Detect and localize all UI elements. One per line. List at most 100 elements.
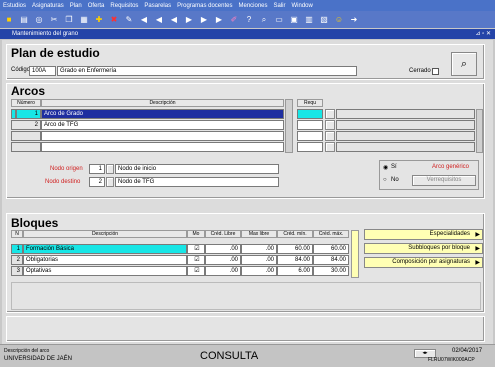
cut-icon[interactable]: ✂ bbox=[49, 15, 59, 25]
bloque-row-n[interactable]: 2 bbox=[11, 255, 23, 265]
bloque-row-cred-libre[interactable]: .00 bbox=[205, 255, 241, 265]
requ-detail-field[interactable] bbox=[336, 109, 475, 119]
bloque-row-max-libre[interactable]: .00 bbox=[241, 244, 277, 254]
arcos-row-descripcion[interactable] bbox=[41, 142, 284, 152]
arcos-row-requ[interactable] bbox=[297, 142, 323, 152]
requ-scrollbar[interactable] bbox=[476, 109, 483, 153]
verrequisitos-button[interactable]: Verrequisitos bbox=[412, 175, 476, 186]
bloque-row-cred-max[interactable]: 84.00 bbox=[313, 255, 349, 265]
bloque-row-max-libre[interactable]: .00 bbox=[241, 255, 277, 265]
menu-programas-docentes[interactable]: Programas docentes bbox=[177, 3, 232, 9]
bloque-row-cred-min[interactable]: 84.00 bbox=[277, 255, 313, 265]
menu-menciones[interactable]: Menciones bbox=[238, 3, 267, 9]
menu-asignaturas[interactable]: Asignaturas bbox=[32, 3, 64, 9]
bloque-row-mo-checkbox[interactable]: ☑ bbox=[187, 244, 205, 254]
arcos-row-requ[interactable] bbox=[297, 109, 323, 119]
requ-lov-button[interactable] bbox=[325, 142, 335, 152]
arcos-row-numero[interactable] bbox=[11, 142, 41, 152]
arcos-scrollbar[interactable] bbox=[285, 99, 293, 153]
bloque-row-cred-max[interactable]: 60.00 bbox=[313, 244, 349, 254]
requ-lov-button[interactable] bbox=[325, 131, 335, 141]
descripcion-plan-field[interactable]: Grado en Enfermería bbox=[57, 66, 357, 76]
bloque-row-cred-libre[interactable]: .00 bbox=[205, 244, 241, 254]
bloques-footer-area bbox=[11, 282, 481, 310]
menu-salir[interactable]: Salir bbox=[274, 3, 286, 9]
bloque-row-mo-checkbox[interactable]: ☑ bbox=[187, 255, 205, 265]
copy-icon[interactable]: ❐ bbox=[64, 15, 74, 25]
bloque-row-max-libre[interactable]: .00 bbox=[241, 266, 277, 276]
arcos-row-numero[interactable]: 2 bbox=[11, 120, 41, 130]
paste-icon[interactable]: ▦ bbox=[79, 15, 89, 25]
requ-detail-field[interactable] bbox=[336, 142, 475, 152]
save-icon[interactable]: ■ bbox=[4, 15, 14, 25]
report-icon[interactable]: ▧ bbox=[319, 15, 329, 25]
nodo-destino-number[interactable]: 2 bbox=[89, 177, 105, 187]
bloque-row-descripcion[interactable]: Optativas bbox=[23, 266, 187, 276]
arcos-row-requ[interactable] bbox=[297, 120, 323, 130]
nodo-destino-lov-button[interactable] bbox=[106, 177, 114, 187]
composicion-button[interactable]: Composición por asignaturas ▶ bbox=[364, 257, 483, 268]
user-icon[interactable]: ☺ bbox=[334, 15, 344, 25]
cerrado-checkbox[interactable] bbox=[432, 68, 439, 75]
bloques-scrollbar[interactable] bbox=[351, 230, 359, 278]
bloque-row-cred-min[interactable]: 6.00 bbox=[277, 266, 313, 276]
especialidades-button[interactable]: Especialidades ▶ bbox=[364, 229, 483, 240]
bloque-row-descripcion[interactable]: Formación Básica bbox=[23, 244, 187, 254]
nodo-origen-description[interactable]: Nodo de inicio bbox=[115, 164, 279, 174]
bloque-row-mo-checkbox[interactable]: ☑ bbox=[187, 266, 205, 276]
arcos-row-descripcion[interactable]: Arco de Grado bbox=[41, 109, 284, 119]
bloque-row-cred-min[interactable]: 60.00 bbox=[277, 244, 313, 254]
exit-icon[interactable]: ➜ bbox=[349, 15, 359, 25]
last-record-icon[interactable]: ▶ bbox=[214, 15, 224, 25]
menu-requisitos[interactable]: Requisitos bbox=[110, 3, 138, 9]
print-icon[interactable]: ▤ bbox=[19, 15, 29, 25]
next-record-icon[interactable]: ▶ bbox=[184, 15, 194, 25]
plan-panel: Plan de estudio Código 100A Grado en Enf… bbox=[6, 44, 485, 80]
nodo-origen-lov-button[interactable] bbox=[106, 164, 114, 174]
requ-detail-field[interactable] bbox=[336, 120, 475, 130]
form-icon[interactable]: ▥ bbox=[304, 15, 314, 25]
nodo-origen-number[interactable]: 1 bbox=[89, 164, 105, 174]
requ-detail-field[interactable] bbox=[336, 131, 475, 141]
menu-estudios[interactable]: Estudios bbox=[3, 3, 26, 9]
bloque-row-descripcion[interactable]: Obligatorias bbox=[23, 255, 187, 265]
search-button[interactable]: ⌕ bbox=[451, 52, 477, 76]
window-icon[interactable]: ▣ bbox=[289, 15, 299, 25]
arcos-row-descripcion[interactable]: Arco de TFG bbox=[41, 120, 284, 130]
menu-pasarelas[interactable]: Pasarelas bbox=[144, 3, 171, 9]
bloque-row-cred-max[interactable]: 30.00 bbox=[313, 266, 349, 276]
query-icon[interactable]: ⌕ bbox=[259, 15, 269, 25]
next-block-icon[interactable]: ▶ bbox=[199, 15, 209, 25]
close-icon[interactable]: ◎ bbox=[34, 15, 44, 25]
clear-record-icon[interactable]: ✎ bbox=[124, 15, 134, 25]
radio-si-label: Sí bbox=[391, 164, 397, 170]
edit-icon[interactable]: ✐ bbox=[229, 15, 239, 25]
menu-plan[interactable]: Plan bbox=[70, 3, 82, 9]
menu-window[interactable]: Window bbox=[292, 3, 313, 9]
insert-record-icon[interactable]: ✚ bbox=[94, 15, 104, 25]
bloque-row-n[interactable]: 1 bbox=[11, 244, 23, 254]
bloque-row-cred-libre[interactable]: .00 bbox=[205, 266, 241, 276]
bloque-row-n[interactable]: 3 bbox=[11, 266, 23, 276]
arcos-row-numero[interactable] bbox=[11, 131, 41, 141]
subbloques-button-label: Subbloques por bloque bbox=[408, 245, 470, 251]
arcos-row-numero[interactable]: 1 bbox=[16, 109, 41, 119]
radio-no[interactable]: ○ bbox=[383, 177, 387, 183]
nodo-destino-description[interactable]: Nodo de TFG bbox=[115, 177, 279, 187]
list-icon[interactable]: ▭ bbox=[274, 15, 284, 25]
radio-si[interactable]: ◉ bbox=[383, 164, 388, 171]
menu-oferta[interactable]: Oferta bbox=[88, 3, 105, 9]
first-record-icon[interactable]: ◀ bbox=[139, 15, 149, 25]
help-icon[interactable]: ? bbox=[244, 15, 254, 25]
requ-lov-button[interactable] bbox=[325, 109, 335, 119]
delete-record-icon[interactable]: ✖ bbox=[109, 15, 119, 25]
cerrado-label: Cerrado bbox=[409, 68, 431, 74]
prev-record-icon[interactable]: ◀ bbox=[169, 15, 179, 25]
codigo-field[interactable]: 100A bbox=[29, 66, 56, 76]
window-controls[interactable]: ⊿ ▫ ✕ bbox=[475, 29, 491, 39]
arcos-row-descripcion[interactable] bbox=[41, 131, 284, 141]
arcos-row-requ[interactable] bbox=[297, 131, 323, 141]
subbloques-button[interactable]: Subbloques por bloque ▶ bbox=[364, 243, 483, 254]
requ-lov-button[interactable] bbox=[325, 120, 335, 130]
prev-block-icon[interactable]: ◀ bbox=[154, 15, 164, 25]
